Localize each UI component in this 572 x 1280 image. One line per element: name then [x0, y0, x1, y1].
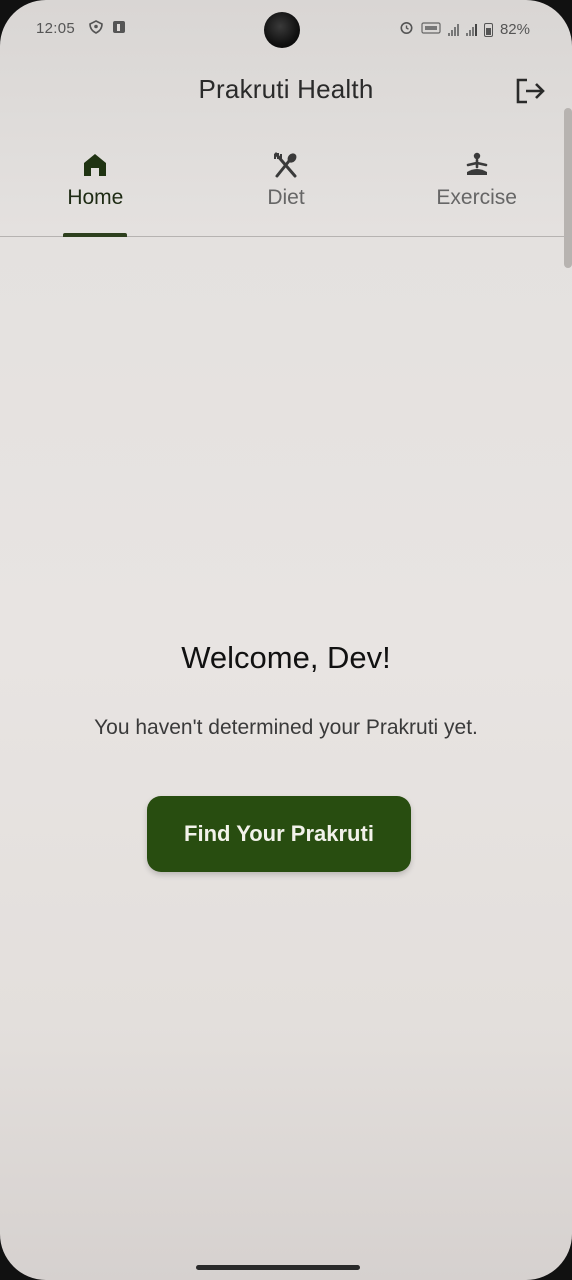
fork-spoon-icon [271, 150, 301, 180]
tab-exercise-label: Exercise [436, 186, 517, 209]
welcome-heading: Welcome, Dev! [181, 640, 391, 675]
find-prakruti-button[interactable]: Find Your Prakruti [147, 796, 411, 872]
tab-bar: Home Diet Exercise [0, 140, 572, 237]
meditation-icon [462, 150, 492, 180]
volte-icon [421, 21, 441, 39]
app-title: Prakruti Health [198, 74, 374, 104]
phone-screen: 12:05 82% Prakruti Health Home Diet Exer… [0, 0, 572, 1280]
front-camera [264, 12, 300, 48]
vpn-shield-icon [88, 20, 104, 38]
battery-icon [483, 22, 493, 37]
tab-exercise[interactable]: Exercise [381, 140, 572, 236]
app-notification-icon [112, 20, 126, 38]
alarm-icon [399, 20, 414, 39]
prakruti-status-text: You haven't determined your Prakruti yet… [94, 716, 478, 739]
status-time: 12:05 [36, 20, 76, 37]
status-right-icons: 82% [399, 20, 530, 39]
status-left-icons [88, 20, 126, 38]
signal-1-icon [447, 23, 459, 36]
gesture-home-indicator[interactable] [196, 1265, 360, 1270]
active-tab-indicator [63, 233, 128, 237]
logout-icon [514, 78, 548, 110]
home-icon [80, 150, 110, 180]
tab-diet[interactable]: Diet [191, 140, 382, 236]
tab-home[interactable]: Home [0, 140, 191, 237]
find-prakruti-label: Find Your Prakruti [184, 821, 374, 846]
status-bar: 12:05 82% [0, 0, 572, 58]
battery-percent: 82% [499, 21, 530, 38]
signal-2-icon [465, 23, 477, 36]
tab-diet-label: Diet [267, 186, 305, 209]
tab-home-label: Home [67, 186, 124, 209]
logout-button[interactable] [514, 76, 548, 106]
